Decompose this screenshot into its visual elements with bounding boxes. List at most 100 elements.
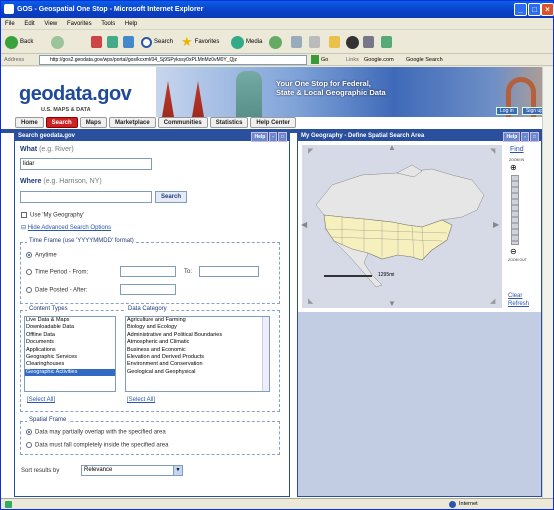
forward-button[interactable]	[51, 34, 64, 50]
search-minimize-button[interactable]: -	[269, 132, 277, 142]
search-help-button[interactable]: Help	[251, 132, 269, 142]
menu-favorites[interactable]: Favorites	[67, 21, 92, 27]
use-my-geography-checkbox[interactable]	[21, 212, 27, 218]
hide-advanced-options[interactable]: ⊟ Hide Advanced Search Options	[21, 224, 111, 231]
sf-inside-radio[interactable]	[26, 442, 32, 448]
list-item[interactable]: Biology and Ecology	[126, 324, 269, 331]
list-item[interactable]: Geographic Services	[25, 354, 115, 361]
refresh-icon[interactable]	[107, 36, 118, 48]
address-input[interactable]: http://gos2.geodata.gov/wps/portal/gos/k…	[39, 55, 307, 65]
go-arrow-icon[interactable]	[311, 55, 319, 64]
list-item[interactable]: Business and Economic	[126, 347, 269, 354]
pan-northeast-icon[interactable]: ◥	[490, 147, 495, 155]
research-icon[interactable]	[363, 36, 374, 48]
zoom-in-icon[interactable]: ⊕	[510, 163, 517, 172]
menu-view[interactable]: View	[44, 21, 57, 27]
folder-icon[interactable]	[329, 36, 340, 48]
sf-partial[interactable]: Data may partially overlap with the spec…	[26, 429, 166, 436]
menu-help[interactable]: Help	[125, 21, 137, 27]
close-button[interactable]: ×	[541, 3, 554, 16]
geo-restore-button[interactable]: □	[529, 132, 539, 142]
list-item[interactable]: Clearinghouses	[25, 361, 115, 368]
back-button[interactable]: Back	[5, 34, 33, 50]
list-item[interactable]: Administrative and Political Boundaries	[126, 332, 269, 339]
list-item[interactable]: Downloadable Data	[25, 324, 115, 331]
tf-anytime-radio[interactable]	[26, 252, 32, 258]
what-input[interactable]: lidar	[20, 158, 152, 170]
list-item[interactable]: Offline Data	[25, 332, 115, 339]
where-input[interactable]	[20, 191, 152, 203]
content-types-list[interactable]: Live Data & Maps Downloadable Data Offli…	[24, 316, 116, 392]
list-item[interactable]: Environment and Conservation	[126, 361, 269, 368]
sort-select[interactable]: Relevance ▼	[81, 465, 183, 476]
pan-west-icon[interactable]: ◀	[301, 220, 307, 229]
zoom-slider[interactable]	[511, 175, 519, 245]
media-button[interactable]: Media	[231, 34, 262, 50]
list-item[interactable]: Geological and Geophysical	[126, 369, 269, 376]
tf-time-period[interactable]: Time Period - From:	[26, 269, 88, 276]
discuss-icon[interactable]	[381, 36, 392, 48]
favorites-button[interactable]: ★ Favorites	[181, 34, 219, 50]
tab-marketplace[interactable]: Marketplace	[109, 117, 156, 128]
use-my-geography[interactable]: Use 'My Geography'	[21, 212, 84, 219]
site-logo[interactable]: geodata.gov	[19, 83, 132, 106]
data-category-list[interactable]: Agriculture and Farming Biology and Ecol…	[125, 316, 270, 392]
clear-link[interactable]: Clear	[508, 293, 522, 299]
search-button[interactable]: Search	[141, 34, 173, 50]
history-icon[interactable]	[269, 36, 282, 49]
pan-south-icon[interactable]: ▼	[388, 299, 396, 308]
link-google-com[interactable]: Google.com	[364, 54, 394, 66]
menu-tools[interactable]: Tools	[101, 21, 115, 27]
stop-icon[interactable]	[91, 36, 102, 48]
search-submit-button[interactable]: Search	[155, 191, 187, 203]
maximize-button[interactable]: □	[528, 3, 541, 16]
list-item[interactable]: Applications	[25, 347, 115, 354]
geo-minimize-button[interactable]: -	[521, 132, 529, 142]
tab-communities[interactable]: Communities	[157, 117, 208, 128]
content-select-all[interactable]: [Select All]	[27, 397, 55, 403]
list-item[interactable]: Atmospheric and Climatic	[126, 339, 269, 346]
search-restore-button[interactable]: □	[277, 132, 287, 142]
login-link[interactable]: Log in	[496, 107, 518, 115]
sf-partial-radio[interactable]	[26, 429, 32, 435]
list-item[interactable]: Live Data & Maps	[25, 317, 115, 324]
list-item[interactable]: Elevation and Derived Products	[126, 354, 269, 361]
menu-file[interactable]: File	[5, 21, 15, 27]
pan-northwest-icon[interactable]: ◤	[308, 147, 313, 155]
home-icon[interactable]	[123, 36, 134, 48]
find-link[interactable]: Find	[510, 146, 524, 153]
tab-help-center[interactable]: Help Center	[250, 117, 297, 128]
map-view[interactable]: ▲ ▼ ◀ ▶ ◤ ◥ ◣ ◢ 1295mi	[301, 143, 502, 308]
pan-southeast-icon[interactable]: ◢	[490, 297, 495, 305]
tab-statistics[interactable]: Statistics	[209, 117, 249, 128]
refresh-link[interactable]: Refresh	[508, 301, 529, 307]
tf-posted-input[interactable]	[120, 284, 176, 295]
tf-posted-radio[interactable]	[26, 287, 32, 293]
category-select-all[interactable]: [Select All]	[127, 397, 155, 403]
print-icon[interactable]	[309, 36, 320, 48]
mail-icon[interactable]	[291, 36, 302, 48]
messenger-icon[interactable]	[346, 36, 359, 49]
tab-maps[interactable]: Maps	[79, 117, 108, 128]
pan-southwest-icon[interactable]: ◣	[308, 297, 313, 305]
tab-search[interactable]: Search	[45, 117, 78, 128]
tf-date-posted[interactable]: Date Posted - After:	[26, 287, 87, 294]
menu-edit[interactable]: Edit	[24, 21, 34, 27]
pan-north-icon[interactable]: ▲	[388, 143, 396, 152]
tf-to-input[interactable]	[199, 266, 259, 277]
tf-from-input[interactable]	[120, 266, 176, 277]
sf-inside[interactable]: Data must fall completely inside the spe…	[26, 442, 168, 449]
geo-help-button[interactable]: Help	[503, 132, 521, 142]
tf-period-radio[interactable]	[26, 269, 32, 275]
link-google-search[interactable]: Google Search	[406, 54, 443, 66]
category-scrollbar[interactable]	[262, 317, 269, 391]
go-button[interactable]: Go	[321, 54, 328, 66]
list-item-selected[interactable]: Geographic Activities	[25, 368, 115, 377]
list-item[interactable]: Agriculture and Farming	[126, 317, 269, 324]
pan-east-icon[interactable]: ▶	[493, 220, 499, 229]
zoom-out-icon[interactable]: ⊖	[510, 247, 517, 256]
page-scrollbar[interactable]	[542, 67, 553, 498]
list-item[interactable]: Documents	[25, 339, 115, 346]
tf-anytime[interactable]: Anytime	[26, 252, 57, 259]
minimize-button[interactable]: _	[514, 3, 527, 16]
